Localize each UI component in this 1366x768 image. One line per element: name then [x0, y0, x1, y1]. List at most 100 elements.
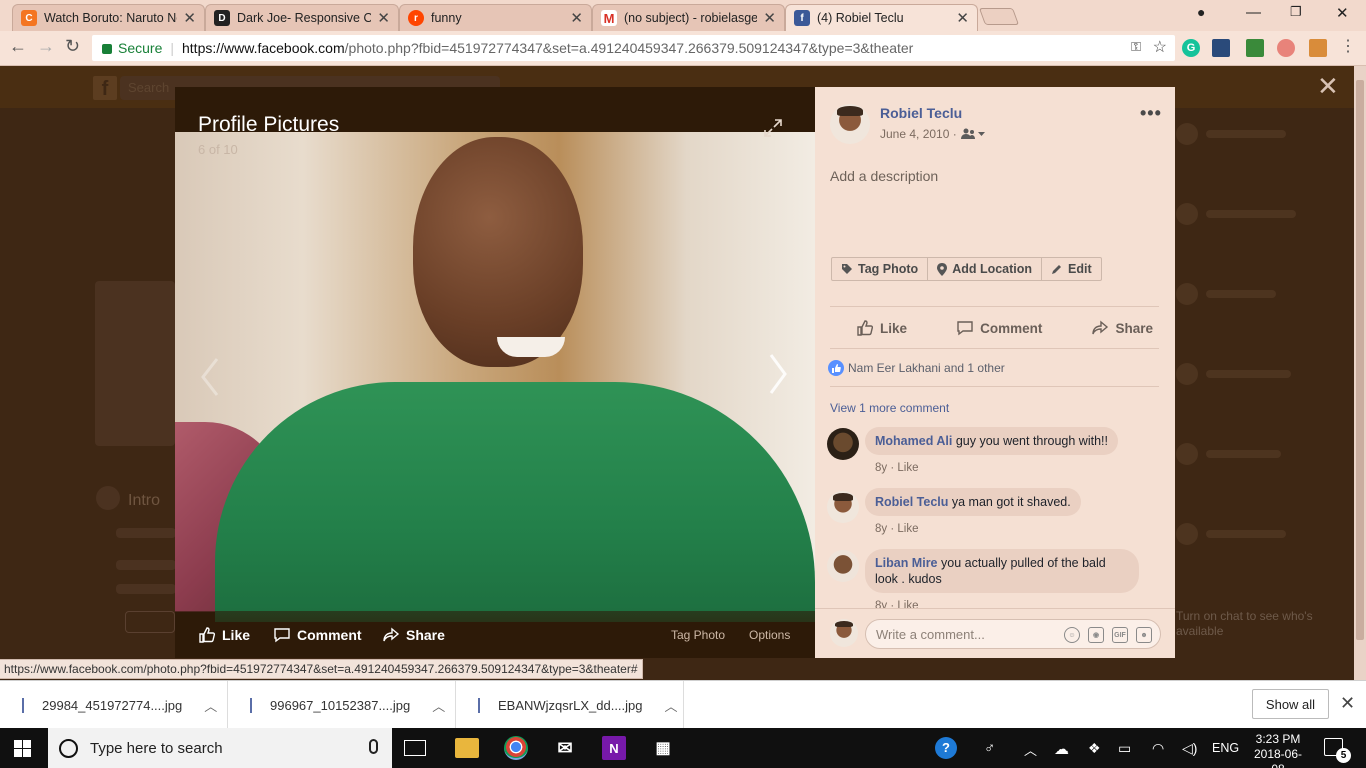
- browser-tab[interactable]: D Dark Joe- Responsive One ✕: [205, 4, 399, 31]
- bookmark-star-icon[interactable]: ☆: [1153, 37, 1167, 57]
- panel-share-button[interactable]: Share: [1085, 319, 1159, 337]
- album-title[interactable]: Profile Pictures: [198, 113, 339, 137]
- commenter-name[interactable]: Robiel Teclu: [875, 495, 948, 509]
- volume-icon[interactable]: ◁): [1182, 740, 1197, 757]
- sticker-icon[interactable]: ☻: [1136, 627, 1152, 643]
- forward-icon[interactable]: →: [37, 36, 55, 57]
- edit-button[interactable]: Edit: [1042, 258, 1101, 280]
- add-location-button[interactable]: Add Location: [928, 258, 1043, 280]
- grammarly-icon[interactable]: G: [1182, 39, 1200, 57]
- new-tab-button[interactable]: [978, 8, 1020, 25]
- audience-friends-icon[interactable]: [960, 128, 985, 140]
- close-tab-icon[interactable]: ✕: [570, 9, 583, 27]
- close-shelf-icon[interactable]: ✕: [1340, 693, 1355, 714]
- stage-options-link[interactable]: Options: [749, 628, 790, 642]
- close-tab-icon[interactable]: ✕: [763, 9, 776, 27]
- commenter-avatar[interactable]: [827, 491, 859, 523]
- gif-icon[interactable]: GIF: [1112, 627, 1128, 643]
- people-icon[interactable]: ♂: [984, 740, 995, 757]
- close-theater-icon[interactable]: ✕: [1317, 73, 1339, 99]
- photo-comment-button[interactable]: Comment: [273, 626, 362, 644]
- photo-like-button[interactable]: Like: [198, 626, 250, 644]
- wifi-icon[interactable]: ◠: [1152, 740, 1164, 757]
- panel-like-button[interactable]: Like: [850, 319, 913, 337]
- camera-icon[interactable]: ◉: [1088, 627, 1104, 643]
- commenter-avatar[interactable]: [827, 550, 859, 582]
- reload-icon[interactable]: ↻: [65, 36, 80, 57]
- microphone-icon[interactable]: [369, 739, 378, 754]
- comment-like-link[interactable]: Like: [897, 462, 918, 474]
- close-tab-icon[interactable]: ✕: [183, 9, 196, 27]
- page-scrollbar[interactable]: [1354, 66, 1366, 680]
- intro-heading: Intro: [128, 492, 161, 509]
- add-description-field[interactable]: Add a description: [830, 168, 938, 184]
- panel-comment-button[interactable]: Comment: [950, 319, 1048, 337]
- reactors-text[interactable]: Nam Eer Lakhani and 1 other: [848, 361, 1005, 375]
- window-close-icon[interactable]: ✕: [1336, 4, 1349, 22]
- more-options-icon[interactable]: •••: [1140, 103, 1162, 124]
- emoji-icon[interactable]: ☺: [1064, 627, 1080, 643]
- tray-expand-icon[interactable]: ︿: [1024, 740, 1037, 759]
- previous-photo-icon[interactable]: [199, 357, 221, 397]
- media-app-icon[interactable]: ▦: [651, 736, 675, 760]
- reaction-summary[interactable]: Nam Eer Lakhani and 1 other: [828, 360, 1005, 376]
- onedrive-icon[interactable]: ☁: [1054, 740, 1069, 758]
- profile-icon[interactable]: ●: [1197, 4, 1205, 20]
- chevron-up-icon[interactable]: ︿: [665, 696, 678, 715]
- minimize-icon[interactable]: —: [1246, 4, 1261, 21]
- chevron-up-icon[interactable]: ︿: [432, 696, 445, 715]
- commenter-avatar[interactable]: [827, 428, 859, 460]
- chrome-icon[interactable]: [504, 736, 528, 760]
- extension-icon[interactable]: [1277, 39, 1295, 57]
- download-item[interactable]: 29984_451972774....jpg ︿: [0, 681, 228, 729]
- photo-share-button[interactable]: Share: [382, 626, 445, 644]
- extension-icon[interactable]: [1309, 39, 1327, 57]
- battery-icon[interactable]: ▭: [1118, 740, 1131, 757]
- profile-photo-image[interactable]: [175, 132, 815, 622]
- show-all-downloads-button[interactable]: Show all: [1252, 689, 1329, 719]
- extension-icon[interactable]: [1246, 39, 1264, 57]
- mail-icon[interactable]: ✉: [553, 736, 577, 760]
- download-item[interactable]: 996967_10152387....jpg ︿: [228, 681, 456, 729]
- file-explorer-icon[interactable]: [455, 738, 479, 758]
- chrome-menu-icon[interactable]: ⋮: [1340, 36, 1356, 56]
- comment-age[interactable]: 8y: [875, 462, 887, 474]
- comment-like-link[interactable]: Like: [897, 523, 918, 535]
- restore-icon[interactable]: ❐: [1290, 4, 1302, 20]
- commenter-name[interactable]: Liban Mire: [875, 556, 938, 570]
- facebook-logo-icon[interactable]: f: [93, 76, 117, 100]
- taskbar-search-box[interactable]: Type here to search: [48, 728, 392, 768]
- address-bar[interactable]: Secure | https://www.facebook.com/photo.…: [92, 35, 1175, 61]
- browser-tab[interactable]: C Watch Boruto: Naruto Ne ✕: [12, 4, 205, 31]
- fullscreen-icon[interactable]: [763, 118, 783, 138]
- onenote-icon[interactable]: N: [602, 736, 626, 760]
- browser-tab-active[interactable]: f (4) Robiel Teclu ✕: [785, 4, 978, 31]
- download-item[interactable]: EBANWjzqsrLX_dd....jpg ︿: [456, 681, 684, 729]
- key-icon[interactable]: ⚿: [1131, 39, 1141, 55]
- stage-tag-photo-link[interactable]: Tag Photo: [671, 628, 725, 642]
- browser-tab[interactable]: M (no subject) - robielasge ✕: [592, 4, 785, 31]
- next-photo-icon[interactable]: [767, 353, 789, 395]
- comment-age[interactable]: 8y: [875, 523, 887, 535]
- system-clock[interactable]: 3:23 PM 2018-06-08: [1249, 732, 1307, 768]
- view-more-comments-link[interactable]: View 1 more comment: [830, 401, 949, 415]
- author-avatar[interactable]: [830, 104, 870, 144]
- close-tab-icon[interactable]: ✕: [956, 9, 969, 27]
- task-view-icon[interactable]: [404, 740, 426, 756]
- photo-info-panel: Robiel Teclu June 4, 2010 · ••• Add a de…: [815, 87, 1175, 658]
- close-tab-icon[interactable]: ✕: [377, 9, 390, 27]
- scrollbar-thumb[interactable]: [1356, 80, 1364, 640]
- language-indicator[interactable]: ENG: [1212, 741, 1239, 755]
- browser-tab[interactable]: r funny ✕: [399, 4, 592, 31]
- cast-icon[interactable]: [1212, 39, 1230, 57]
- post-date[interactable]: June 4, 2010 ·: [880, 127, 957, 141]
- help-icon[interactable]: ?: [935, 737, 957, 759]
- back-icon[interactable]: ←: [9, 36, 27, 57]
- write-comment-input[interactable]: Write a comment... ☺ ◉ GIF ☻: [865, 619, 1161, 649]
- windows-start-icon[interactable]: [14, 740, 31, 757]
- commenter-name[interactable]: Mohamed Ali: [875, 434, 952, 448]
- tag-photo-button[interactable]: Tag Photo: [832, 258, 929, 280]
- dropbox-icon[interactable]: ❖: [1088, 740, 1101, 757]
- author-name[interactable]: Robiel Teclu: [880, 105, 962, 121]
- chevron-up-icon[interactable]: ︿: [204, 696, 217, 715]
